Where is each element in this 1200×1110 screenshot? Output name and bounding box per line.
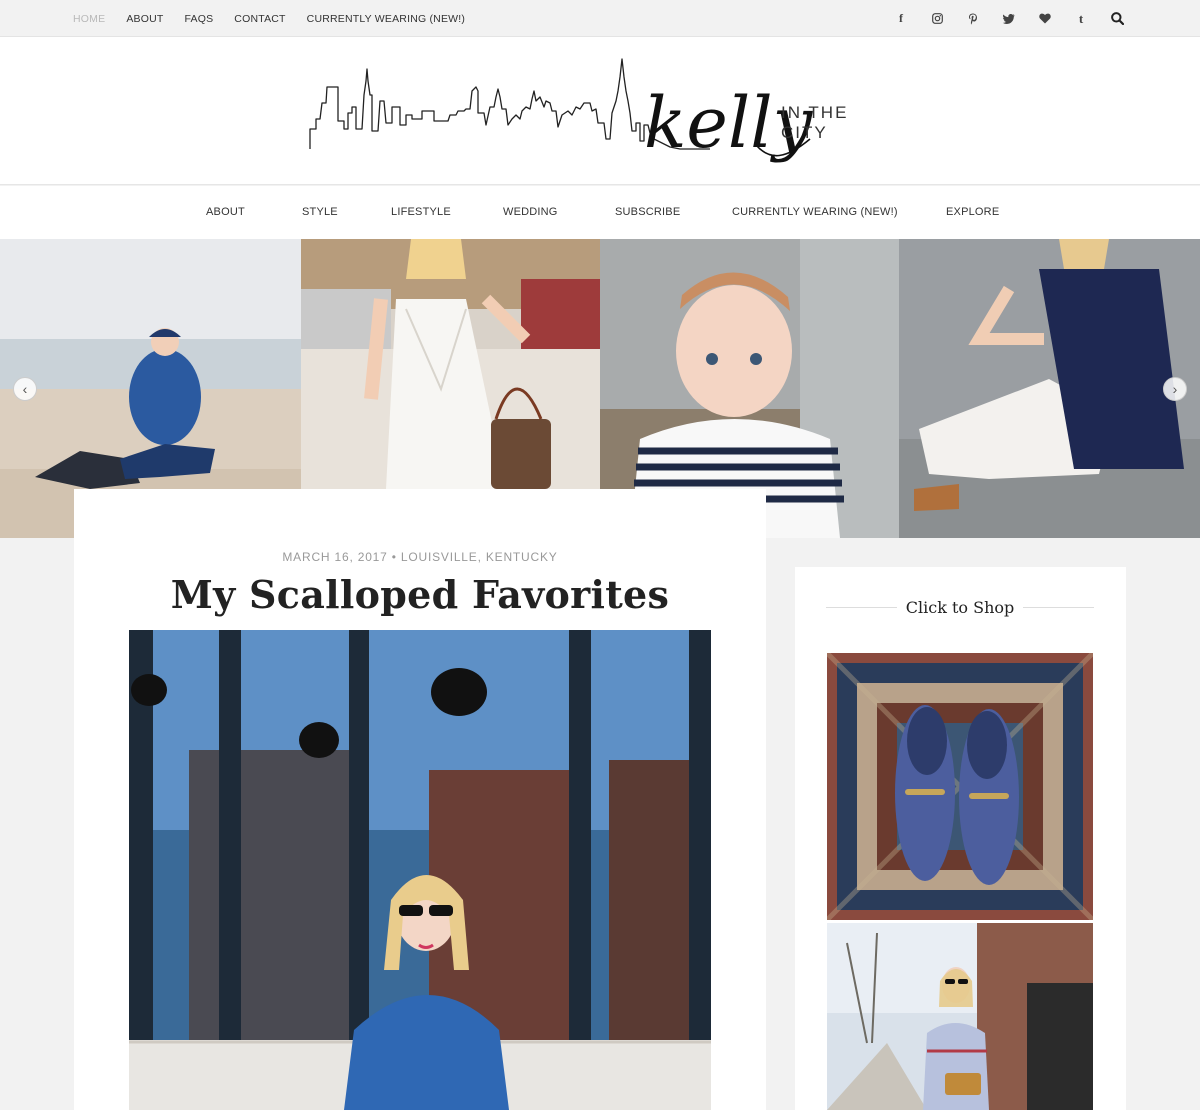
site-header: kelly IN THE CITY [0, 37, 1200, 185]
shop-item-sweater-photo[interactable] [827, 923, 1093, 1110]
slider-prev-arrow[interactable]: ‹ [13, 377, 37, 401]
slider-next-arrow[interactable]: › [1163, 377, 1187, 401]
top-nav-about[interactable]: ABOUT [126, 13, 163, 25]
social-links: f t [872, 0, 1124, 37]
top-nav: HOME ABOUT FAQS CONTACT CURRENTLY WEARIN… [73, 0, 486, 37]
widget-title: Click to Shop [826, 595, 1095, 619]
twitter-icon[interactable] [1002, 12, 1016, 26]
top-nav-home[interactable]: HOME [73, 13, 105, 25]
pinterest-icon[interactable] [966, 12, 980, 26]
sidebar-shop-widget: Click to Shop [795, 567, 1126, 1110]
heart-icon[interactable] [1038, 12, 1052, 26]
site-logo[interactable]: kelly IN THE CITY [300, 51, 900, 175]
main-nav-lifestyle[interactable]: LIFESTYLE [391, 186, 451, 239]
top-nav-contact[interactable]: CONTACT [234, 13, 285, 25]
post-title[interactable]: My Scalloped Favorites [74, 572, 766, 617]
logo-tagline: IN THE CITY [781, 103, 849, 142]
main-nav-subscribe[interactable]: SUBSCRIBE [615, 186, 680, 239]
main-nav-about[interactable]: ABOUT [206, 186, 245, 239]
main-nav-currently-wearing[interactable]: CURRENTLY WEARING (NEW!) [732, 186, 898, 239]
shop-item-loafers-photo[interactable] [827, 653, 1093, 920]
post-meta: MARCH 16, 2017 • LOUISVILLE, KENTUCKY [282, 550, 558, 564]
top-nav-currently-wearing[interactable]: CURRENTLY WEARING (NEW!) [307, 13, 465, 25]
blog-post-card: MARCH 16, 2017 • LOUISVILLE, KENTUCKY My… [74, 489, 766, 1110]
title-divider-right [1023, 606, 1095, 608]
main-nav-style[interactable]: STYLE [302, 186, 338, 239]
facebook-icon[interactable]: f [894, 11, 908, 26]
widget-title-text: Click to Shop [905, 597, 1015, 617]
instagram-icon[interactable] [930, 12, 944, 26]
main-nav-wedding[interactable]: WEDDING [503, 186, 558, 239]
search-icon[interactable] [1110, 12, 1124, 26]
post-featured-photo[interactable] [129, 630, 711, 1110]
main-nav: ABOUT STYLE LIFESTYLE WEDDING SUBSCRIBE … [0, 186, 1200, 239]
top-nav-faqs[interactable]: FAQS [184, 13, 213, 25]
title-divider-left [826, 606, 897, 608]
top-bar: HOME ABOUT FAQS CONTACT CURRENTLY WEARIN… [0, 0, 1200, 37]
slide-navy-lace-photo[interactable] [899, 239, 1200, 538]
tumblr-icon[interactable]: t [1074, 11, 1088, 26]
main-nav-explore[interactable]: EXPLORE [946, 186, 999, 239]
